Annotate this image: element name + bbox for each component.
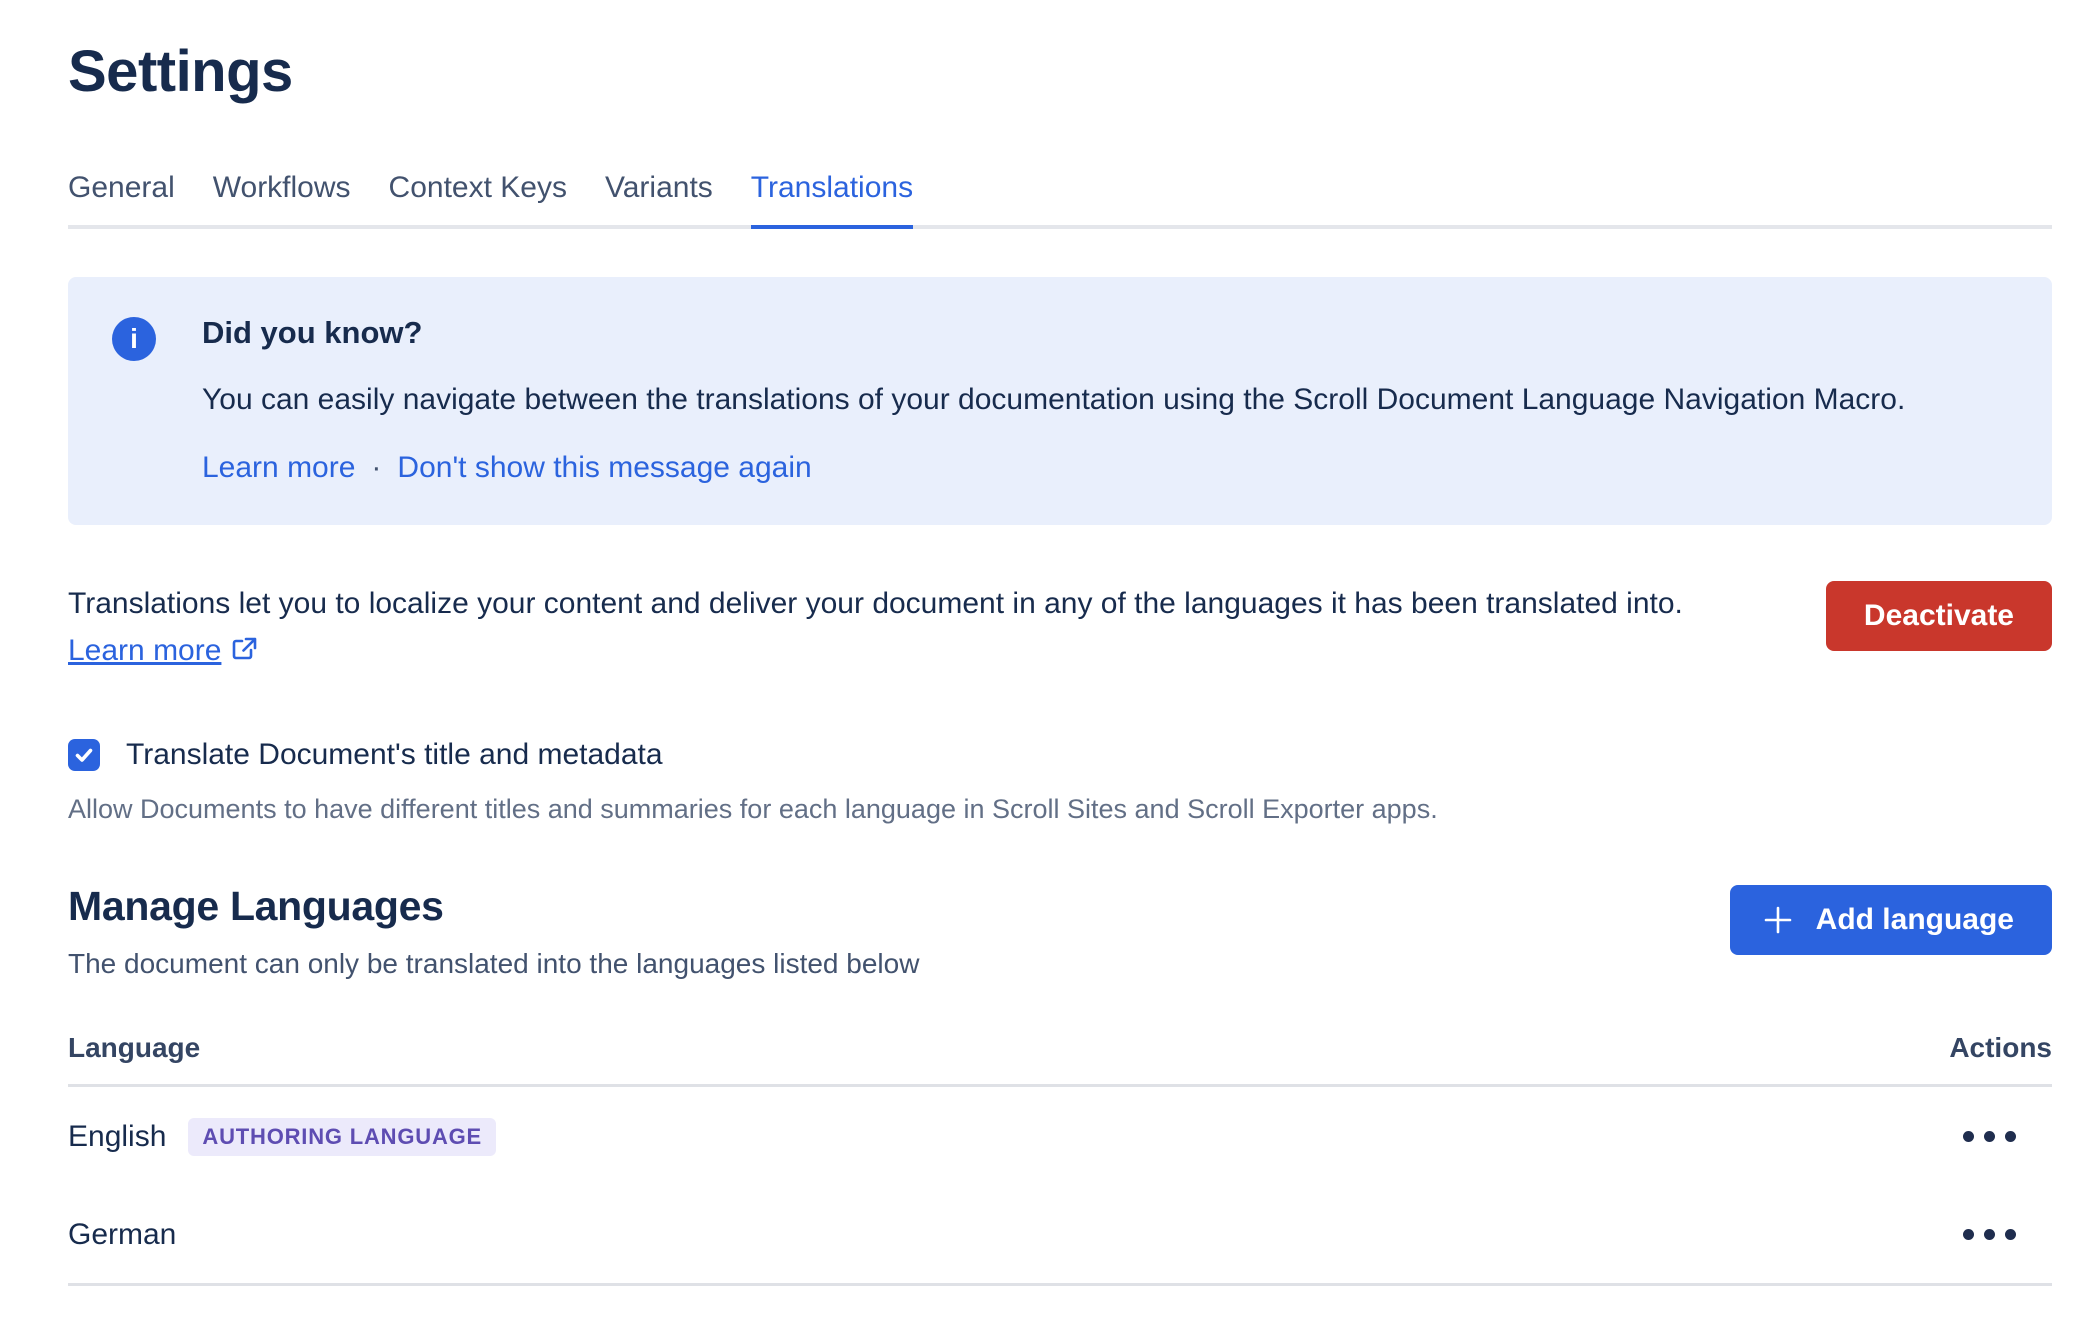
manage-languages-text: Manage Languages The document can only b… [68,883,919,980]
title-metadata-row: Translate Document's title and metadata [68,738,2052,772]
manage-languages-title: Manage Languages [68,883,919,930]
banner-learn-more-link[interactable]: Learn more [202,451,355,485]
settings-tabs: General Workflows Context Keys Variants … [68,171,2052,229]
banner-content: Did you know? You can easily navigate be… [202,315,1905,485]
banner-links: Learn more · Don't show this message aga… [202,451,1905,485]
translate-title-label[interactable]: Translate Document's title and metadata [126,738,663,772]
column-header-actions: Actions [1949,1032,2052,1064]
row-actions-menu-button[interactable] [1953,1121,2052,1152]
table-row: English AUTHORING LANGUAGE [68,1087,2052,1187]
translate-title-help-text: Allow Documents to have different titles… [68,794,2052,825]
add-language-label: Add language [1816,903,2014,937]
tab-translations[interactable]: Translations [751,171,913,229]
tab-workflows[interactable]: Workflows [213,171,351,229]
intro-learn-more-link[interactable]: Learn more [68,634,221,667]
title-metadata-setting: Translate Document's title and metadata … [68,738,2052,825]
info-icon: i [112,317,156,361]
tab-general[interactable]: General [68,171,175,229]
languages-table: Language Actions English AUTHORING LANGU… [68,1032,2052,1286]
manage-languages-header: Manage Languages The document can only b… [68,883,2052,980]
table-row: German [68,1187,2052,1283]
plus-icon [1760,902,1796,938]
intro-text: Translations let you to localize your co… [68,581,1788,678]
table-header: Language Actions [68,1032,2052,1087]
translate-title-checkbox[interactable] [68,739,100,771]
add-language-button[interactable]: Add language [1730,885,2052,955]
tab-variants[interactable]: Variants [605,171,713,229]
deactivate-button[interactable]: Deactivate [1826,581,2052,651]
link-separator: · [371,451,381,485]
authoring-language-badge: AUTHORING LANGUAGE [188,1118,496,1156]
ellipsis-icon [1963,1229,1974,1240]
settings-page: Settings General Workflows Context Keys … [0,0,2100,1286]
page-title: Settings [68,38,2052,105]
language-name: German [68,1218,176,1252]
did-you-know-banner: i Did you know? You can easily navigate … [68,277,2052,525]
row-actions-menu-button[interactable] [1953,1219,2052,1250]
intro-text-body: Translations let you to localize your co… [68,587,1683,620]
banner-title: Did you know? [202,315,1905,351]
manage-languages-subtext: The document can only be translated into… [68,948,919,980]
banner-body: You can easily navigate between the tran… [202,379,1905,421]
ellipsis-icon [1963,1131,1974,1142]
translations-intro: Translations let you to localize your co… [68,581,2052,678]
dismiss-message-link[interactable]: Don't show this message again [397,451,811,485]
language-cell: English AUTHORING LANGUAGE [68,1118,496,1156]
language-name: English [68,1120,166,1154]
table-body: English AUTHORING LANGUAGE German [68,1087,2052,1286]
tab-context-keys[interactable]: Context Keys [389,171,567,229]
external-link-icon [231,631,258,678]
checkmark-icon [74,745,94,765]
language-cell: German [68,1218,176,1252]
column-header-language: Language [68,1032,200,1064]
